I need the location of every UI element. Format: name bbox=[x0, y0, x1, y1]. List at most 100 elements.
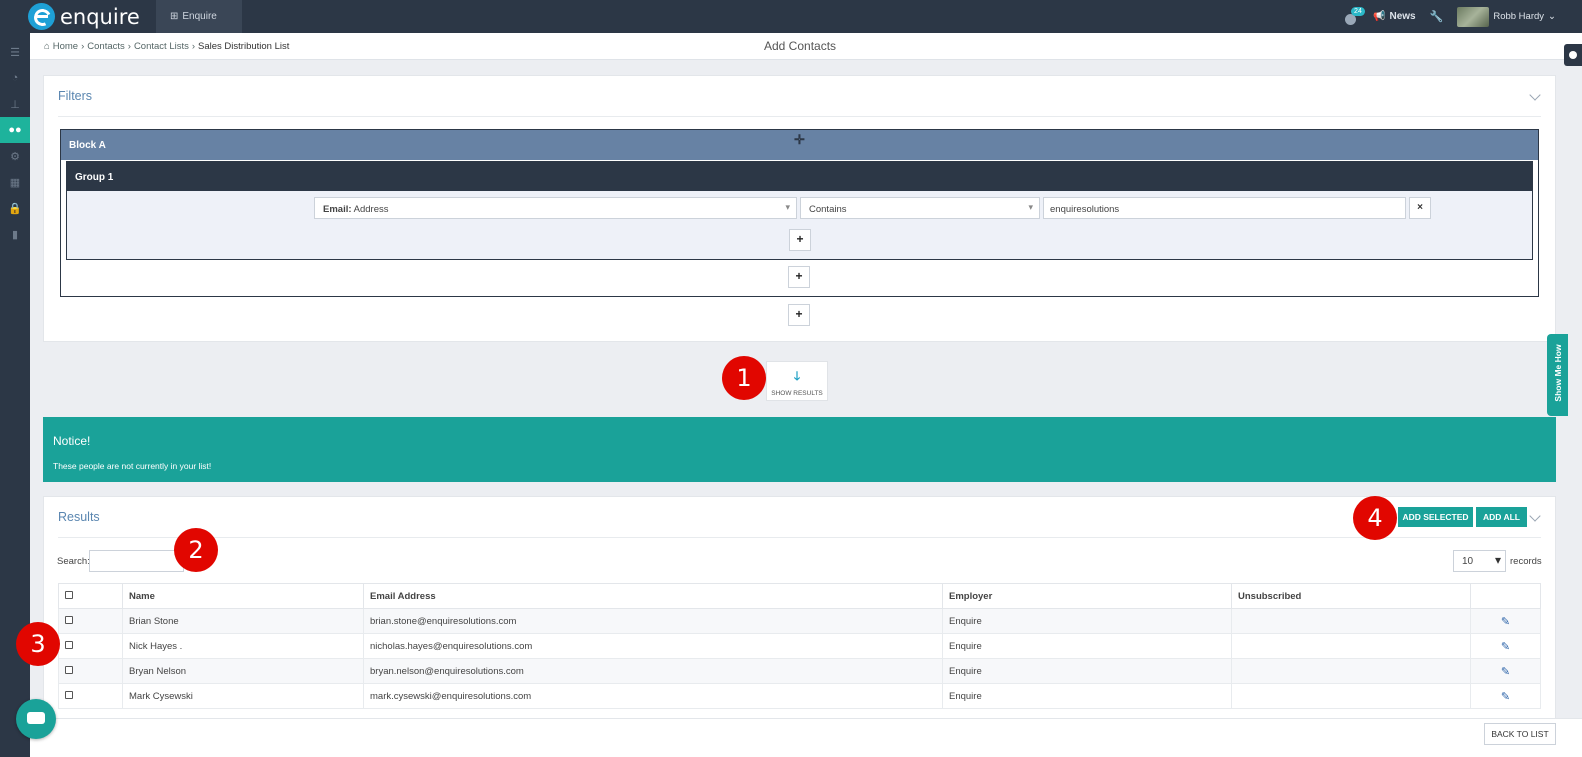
row-email: mark.cysewski@enquiresolutions.com bbox=[363, 683, 943, 709]
callout-4: 4 bbox=[1353, 496, 1397, 540]
add-group-button[interactable]: + bbox=[788, 266, 810, 288]
results-table: Name Email Address Employer Unsubscribed… bbox=[58, 583, 1541, 709]
search-input[interactable] bbox=[89, 550, 184, 572]
row-employer: Enquire bbox=[942, 633, 1232, 659]
grid-icon[interactable]: ▦ bbox=[0, 169, 30, 195]
add-condition-button[interactable]: + bbox=[789, 229, 811, 251]
menu-icon[interactable]: ☰ bbox=[0, 39, 30, 65]
megaphone-icon: 📢 bbox=[1373, 11, 1386, 22]
chevron-down-icon[interactable] bbox=[1529, 89, 1541, 101]
notifications-button[interactable]: 24 bbox=[1345, 6, 1365, 25]
row-actions-cell: ✎ bbox=[1470, 658, 1541, 684]
show-me-how-tab[interactable]: Show Me How bbox=[1547, 334, 1568, 416]
sitemap-icon[interactable]: ⊥ bbox=[0, 91, 30, 117]
edit-pencil-icon[interactable]: ✎ bbox=[1477, 690, 1534, 703]
trash-icon[interactable]: ▮ bbox=[0, 221, 30, 247]
records-value: 10 bbox=[1462, 556, 1474, 567]
breadcrumb-bar: ⌂ Home › Contacts › Contact Lists › Sale… bbox=[30, 33, 1582, 60]
row-select-cell bbox=[58, 608, 123, 634]
news-label: News bbox=[1389, 11, 1416, 22]
callout-3: 3 bbox=[16, 622, 60, 666]
row-employer: Enquire bbox=[942, 608, 1232, 634]
add-selected-button[interactable]: ADD SELECTED bbox=[1398, 507, 1473, 527]
add-all-button[interactable]: ADD ALL bbox=[1476, 507, 1527, 527]
edit-pencil-icon[interactable]: ✎ bbox=[1477, 615, 1534, 628]
row-checkbox[interactable] bbox=[65, 690, 73, 699]
row-email: brian.stone@enquiresolutions.com bbox=[363, 608, 943, 634]
app-tab-enquire[interactable]: ⊞ Enquire bbox=[156, 0, 242, 33]
filter-value-input[interactable]: enquiresolutions bbox=[1043, 197, 1406, 219]
notice-title: Notice! bbox=[53, 434, 91, 448]
chevron-down-icon[interactable] bbox=[1529, 510, 1541, 522]
breadcrumb-separator: › bbox=[191, 41, 196, 52]
results-title: Results bbox=[58, 510, 100, 524]
chevron-down-icon: ⌄ bbox=[1548, 11, 1556, 22]
row-name: Nick Hayes . bbox=[122, 633, 364, 659]
show-results-button[interactable]: 🡓 SHOW RESULTS bbox=[766, 361, 828, 401]
select-all-cell bbox=[58, 583, 123, 609]
back-to-list-button[interactable]: BACK TO LIST bbox=[1484, 723, 1556, 745]
filter-group-1: Group 1 Email: Address Contains enquires… bbox=[66, 161, 1533, 260]
user-menu[interactable]: Robb Hardy ⌄ bbox=[1457, 6, 1556, 27]
cogs-icon[interactable]: ⚙ bbox=[0, 143, 30, 169]
column-header-actions bbox=[1470, 583, 1541, 609]
filter-block-a: Block A ✛ Group 1 Email: Address Contain… bbox=[60, 129, 1539, 297]
table-row: Mark Cysewski mark.cysewski@enquiresolut… bbox=[58, 683, 1541, 709]
logo-text: enquire bbox=[60, 4, 140, 29]
breadcrumb-separator: › bbox=[127, 41, 131, 52]
remove-condition-button[interactable]: × bbox=[1409, 197, 1431, 219]
breadcrumb-separator: › bbox=[81, 41, 85, 52]
column-header-unsubscribed[interactable]: Unsubscribed bbox=[1231, 583, 1471, 609]
lock-icon[interactable]: 🔒 bbox=[0, 195, 30, 221]
table-header-row: Name Email Address Employer Unsubscribed bbox=[58, 583, 1541, 609]
footer-bar bbox=[30, 718, 1582, 757]
enquire-logo[interactable]: enquire bbox=[28, 2, 140, 31]
add-block-button[interactable]: + bbox=[788, 304, 810, 326]
select-all-checkbox[interactable] bbox=[65, 590, 73, 599]
wrench-icon[interactable]: 🔧 bbox=[1430, 10, 1444, 23]
contacts-icon[interactable]: ●● bbox=[0, 117, 30, 143]
breadcrumb-home[interactable]: Home bbox=[53, 41, 78, 52]
column-header-name[interactable]: Name bbox=[122, 583, 364, 609]
field-select[interactable]: Email: Address bbox=[314, 197, 797, 219]
news-button[interactable]: 📢 News bbox=[1373, 11, 1416, 22]
top-navbar: enquire ⊞ Enquire 24 📢 News 🔧 Robb Hardy… bbox=[0, 0, 1582, 33]
notification-count-badge: 24 bbox=[1351, 6, 1365, 16]
row-unsubscribed bbox=[1231, 683, 1471, 709]
row-checkbox[interactable] bbox=[65, 640, 73, 649]
home-icon: ⌂ bbox=[44, 41, 50, 52]
logo-mark-icon bbox=[28, 3, 55, 30]
row-checkbox[interactable] bbox=[65, 665, 73, 674]
edit-pencil-icon[interactable]: ✎ bbox=[1477, 640, 1534, 653]
filters-title: Filters bbox=[58, 89, 93, 103]
edit-pencil-icon[interactable]: ✎ bbox=[1477, 665, 1534, 678]
column-header-email[interactable]: Email Address bbox=[363, 583, 943, 609]
filter-value-text: enquiresolutions bbox=[1050, 204, 1120, 215]
records-per-page-select[interactable]: 10 bbox=[1453, 550, 1506, 572]
row-checkbox[interactable] bbox=[65, 615, 73, 624]
divider bbox=[58, 537, 1541, 538]
breadcrumb-contacts[interactable]: Contacts bbox=[87, 41, 125, 52]
row-unsubscribed bbox=[1231, 633, 1471, 659]
row-employer: Enquire bbox=[942, 658, 1232, 684]
operator-select[interactable]: Contains bbox=[800, 197, 1040, 219]
breadcrumb-contact-lists[interactable]: Contact Lists bbox=[134, 41, 189, 52]
chat-bubble-icon[interactable] bbox=[16, 699, 56, 739]
row-actions-cell: ✎ bbox=[1470, 633, 1541, 659]
table-row: Nick Hayes . nicholas.hayes@enquiresolut… bbox=[58, 633, 1541, 659]
show-results-label: SHOW RESULTS bbox=[771, 390, 823, 397]
collapse-panel-button[interactable] bbox=[1564, 44, 1582, 66]
column-header-employer[interactable]: Employer bbox=[942, 583, 1232, 609]
row-select-cell bbox=[58, 683, 123, 709]
group-1-label: Group 1 bbox=[75, 172, 114, 183]
table-row: Bryan Nelson bryan.nelson@enquiresolutio… bbox=[58, 658, 1541, 684]
group-1-header: Group 1 bbox=[67, 162, 1532, 191]
user-name: Robb Hardy bbox=[1493, 11, 1545, 22]
dashboard-icon[interactable]: ◔ bbox=[0, 65, 30, 91]
field-prefix: Email: bbox=[323, 204, 352, 215]
row-actions-cell: ✎ bbox=[1470, 683, 1541, 709]
move-icon[interactable]: ✛ bbox=[794, 132, 805, 148]
row-name: Brian Stone bbox=[122, 608, 364, 634]
app-tab-label: Enquire bbox=[182, 11, 217, 22]
row-email: bryan.nelson@enquiresolutions.com bbox=[363, 658, 943, 684]
